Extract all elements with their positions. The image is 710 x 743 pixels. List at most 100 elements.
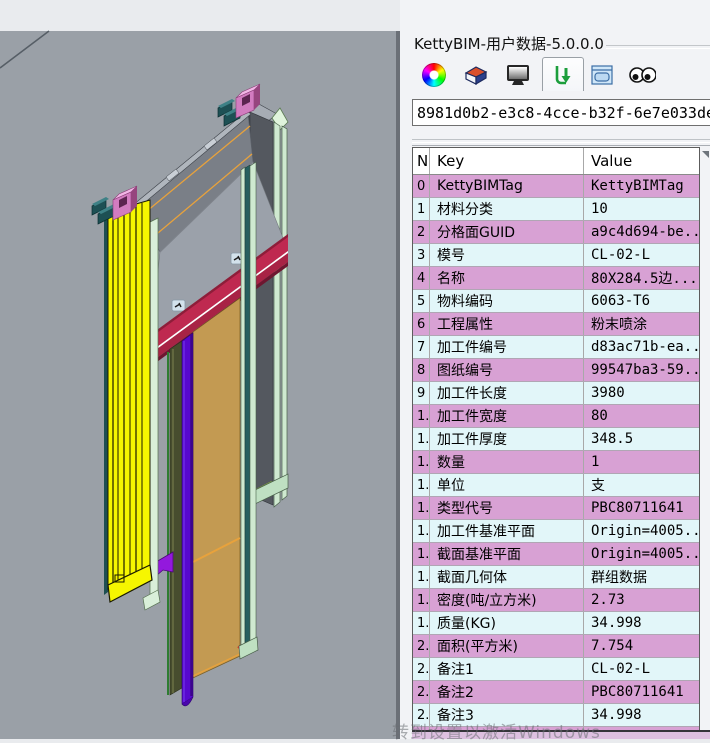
- table-row[interactable]: 6工程属性粉末喷涂: [413, 313, 699, 336]
- table-row[interactable]: 1材料分类10: [413, 198, 699, 221]
- table-row[interactable]: 7加工件编号d83ac71b-ea...: [413, 336, 699, 359]
- screw-1: [172, 300, 185, 311]
- cell-key: 质量(KG): [430, 612, 584, 634]
- cell-value: 80X284.5边...: [584, 267, 699, 289]
- table-row[interactable]: 1.加工件宽度80: [413, 405, 699, 428]
- cell-n: 1.: [413, 405, 430, 427]
- cell-value: PBC80711641: [584, 681, 699, 703]
- cell-value: 34.998: [584, 704, 699, 726]
- cell-n: 4: [413, 267, 430, 289]
- cell-key: 加工件基准平面: [430, 520, 584, 542]
- cell-value: 6063-T6: [584, 290, 699, 312]
- cell-n: 2.: [413, 635, 430, 657]
- table-row[interactable]: 1.加工件厚度348.5: [413, 428, 699, 451]
- cell-key: 备注2: [430, 681, 584, 703]
- header-n: N: [413, 148, 430, 174]
- table-row[interactable]: 1.加工件基准平面Origin=4005...: [413, 520, 699, 543]
- cell-value: 3980: [584, 382, 699, 404]
- green-arrow-icon: [550, 62, 576, 88]
- cell-n: 3: [413, 244, 430, 266]
- cell-n: 2: [413, 221, 430, 243]
- cell-n: 7: [413, 336, 430, 358]
- table-row[interactable]: 9加工件长度3980: [413, 382, 699, 405]
- prism-icon: [463, 63, 489, 87]
- cell-key: 物料编码: [430, 290, 584, 312]
- table-row[interactable]: 1.截面基准平面Origin=4005...: [413, 543, 699, 566]
- cell-n: 8: [413, 359, 430, 381]
- cell-n: 1.: [413, 589, 430, 611]
- guid-field[interactable]: [412, 99, 710, 126]
- cell-key: 分格面GUID: [430, 221, 584, 243]
- model-olive-bar[interactable]: [168, 341, 182, 695]
- model-yellow-profile[interactable]: [104, 200, 160, 610]
- header-key: Key: [430, 148, 584, 174]
- table-row[interactable]: 1.密度(吨/立方米)2.73: [413, 589, 699, 612]
- table-row[interactable]: 2.面积(平方米)7.754: [413, 635, 699, 658]
- cell-n: 2.: [413, 658, 430, 680]
- header-value: Value: [584, 148, 699, 174]
- screen: { "window": { "title": "KettyBIM-用户数据-5.…: [0, 0, 710, 739]
- cell-value: Origin=4005...: [584, 543, 699, 565]
- cell-key: 截面基准平面: [430, 543, 584, 565]
- table-row[interactable]: 2分格面GUIDa9c4d694-be...: [413, 221, 699, 244]
- model-purple-bar[interactable]: [182, 333, 193, 706]
- attribute-table: N Key Value 0KettyBIMTagKettyBIMTag1材料分类…: [412, 147, 700, 731]
- table-row[interactable]: 2.备注2PBC80711641: [413, 681, 699, 704]
- toolbar: [400, 56, 710, 90]
- table-row[interactable]: 1.截面几何体群组数据: [413, 566, 699, 589]
- table-row[interactable]: 1.质量(KG)34.998: [413, 612, 699, 635]
- cell-value: 80: [584, 405, 699, 427]
- material-button[interactable]: [462, 62, 490, 88]
- cell-key: 加工件编号: [430, 336, 584, 358]
- cell-value: 348.5: [584, 428, 699, 450]
- cell-key: 加工件厚度: [430, 428, 584, 450]
- cell-n: 1.: [413, 566, 430, 588]
- model-cyan-mullions[interactable]: [239, 162, 258, 659]
- cell-value: Origin=4005...: [584, 520, 699, 542]
- table-row[interactable]: 3模号CL-02-L: [413, 244, 699, 267]
- visibility-button[interactable]: [628, 62, 656, 88]
- monitor-icon: [505, 63, 531, 87]
- attribute-table-body: 0KettyBIMTagKettyBIMTag1材料分类102分格面GUIDa9…: [413, 175, 699, 731]
- user-data-tab[interactable]: [542, 57, 584, 91]
- cell-n: 5: [413, 290, 430, 312]
- cell-n: 1.: [413, 497, 430, 519]
- app-top-strip: [0, 0, 400, 31]
- title-divider: [606, 45, 710, 49]
- windows-activation-watermark: 转到设置以激活Windows: [392, 718, 601, 743]
- cell-n: 0: [413, 175, 430, 197]
- cell-value: 34.998: [584, 612, 699, 634]
- cell-n: 1.: [413, 543, 430, 565]
- kettybim-panel: KettyBIM-用户数据-5.0.0.0: [400, 0, 710, 739]
- cell-value: 99547ba3-59...: [584, 359, 699, 381]
- cell-key: 加工件长度: [430, 382, 584, 404]
- cell-value: PBC80711641: [584, 497, 699, 519]
- table-row[interactable]: 1.类型代号PBC80711641: [413, 497, 699, 520]
- table-row[interactable]: 0KettyBIMTagKettyBIMTag: [413, 175, 699, 198]
- panel-title: KettyBIM-用户数据-5.0.0.0: [414, 33, 604, 54]
- cell-n: 6: [413, 313, 430, 335]
- table-row[interactable]: 2.备注1CL-02-L: [413, 658, 699, 681]
- cell-n: 1.: [413, 428, 430, 450]
- table-row[interactable]: 1.单位支: [413, 474, 699, 497]
- table-header: N Key Value: [413, 148, 699, 175]
- color-wheel-icon: [422, 63, 446, 87]
- model-tan-panel[interactable]: [193, 298, 240, 678]
- cell-value: 粉末喷涂: [584, 313, 699, 335]
- viewport-3d[interactable]: [0, 0, 400, 739]
- cell-key: 单位: [430, 474, 584, 496]
- table-row[interactable]: 4名称80X284.5边...: [413, 267, 699, 290]
- cell-value: d83ac71b-ea...: [584, 336, 699, 358]
- window-button[interactable]: [588, 62, 616, 88]
- table-row[interactable]: 1.数量1: [413, 451, 699, 474]
- cell-value: CL-02-L: [584, 244, 699, 266]
- cell-n: 2.: [413, 681, 430, 703]
- colors-button[interactable]: [420, 62, 448, 88]
- cell-value: 10: [584, 198, 699, 220]
- cell-key: 密度(吨/立方米): [430, 589, 584, 611]
- table-row[interactable]: 8图纸编号99547ba3-59...: [413, 359, 699, 382]
- cell-value: 支: [584, 474, 699, 496]
- table-row[interactable]: 5物料编码6063-T6: [413, 290, 699, 313]
- cell-n: 1.: [413, 451, 430, 473]
- display-button[interactable]: [504, 62, 532, 88]
